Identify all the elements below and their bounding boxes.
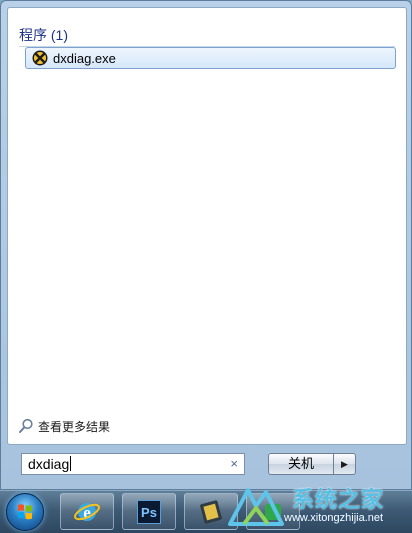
text-caret bbox=[70, 456, 72, 471]
clear-search-icon[interactable]: × bbox=[230, 454, 238, 474]
see-more-results-label: 查看更多结果 bbox=[38, 419, 111, 434]
search-input[interactable]: dxdiag × bbox=[21, 453, 245, 475]
dxdiag-icon bbox=[32, 50, 48, 66]
start-menu: 程序 (1) dxdiag.exe 查看更多结果 dxdiag × 关机 ▶ bbox=[0, 0, 412, 490]
shutdown-button[interactable]: 关机 bbox=[268, 453, 334, 475]
media-app-taskbar-button[interactable] bbox=[184, 493, 238, 530]
start-button[interactable] bbox=[6, 493, 44, 531]
result-item-dxdiag[interactable]: dxdiag.exe bbox=[25, 47, 396, 69]
taskbar: e Ps bbox=[0, 490, 412, 533]
ie-logo-icon: e bbox=[74, 502, 100, 522]
windows-logo-icon bbox=[18, 504, 32, 520]
see-more-results-link[interactable]: 查看更多结果 bbox=[18, 416, 110, 436]
internet-explorer-icon[interactable]: e bbox=[60, 493, 114, 530]
app-icon bbox=[265, 503, 281, 520]
magnifier-icon bbox=[19, 418, 33, 433]
app-taskbar-button[interactable] bbox=[246, 493, 300, 530]
result-group-header[interactable]: 程序 (1) bbox=[19, 24, 395, 47]
shutdown-label: 关机 bbox=[287, 456, 314, 471]
search-input-value: dxdiag bbox=[28, 456, 70, 472]
shutdown-options-button[interactable]: ▶ bbox=[334, 453, 356, 475]
chevron-right-icon: ▶ bbox=[341, 459, 348, 469]
result-group-title: 程序 (1) bbox=[19, 27, 68, 43]
media-app-icon bbox=[200, 499, 222, 524]
power-controls: 关机 ▶ bbox=[268, 453, 356, 475]
search-results-pane: 程序 (1) dxdiag.exe 查看更多结果 bbox=[7, 7, 407, 445]
result-item-label: dxdiag.exe bbox=[53, 50, 116, 66]
photoshop-icon: Ps bbox=[137, 499, 161, 524]
photoshop-taskbar-button[interactable]: Ps bbox=[122, 493, 176, 530]
